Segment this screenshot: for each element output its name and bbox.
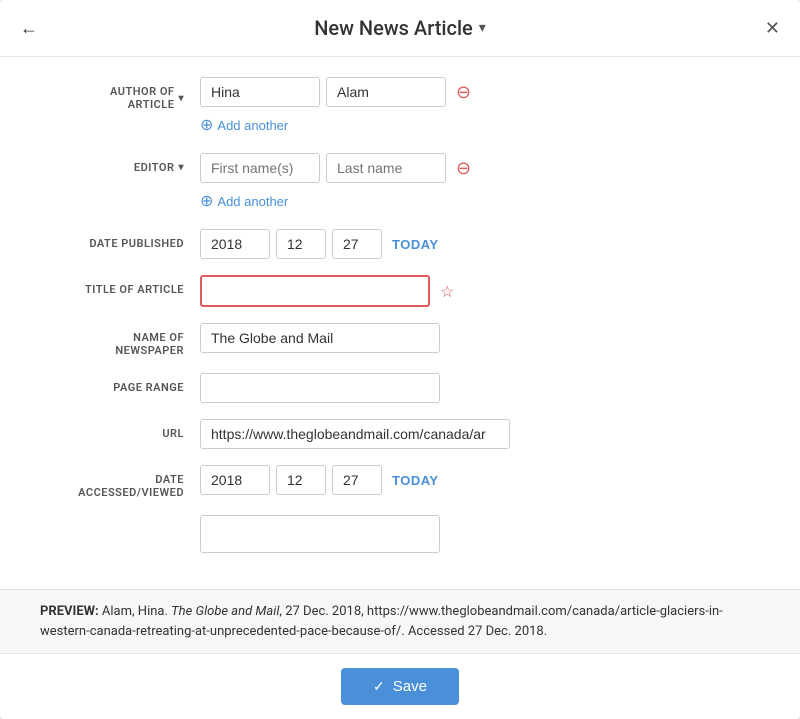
date-accessed-month-input[interactable] — [276, 465, 326, 495]
remove-editor-button[interactable]: ⊖ — [452, 158, 475, 179]
author-last-name-input[interactable] — [326, 77, 446, 107]
extra-controls — [200, 515, 760, 553]
extra-label — [40, 515, 200, 523]
modal-title: New News Article ▾ — [314, 16, 486, 40]
check-icon: ✓ — [373, 678, 385, 695]
preview-text-normal-1: Alam, Hina. — [102, 604, 171, 619]
back-button[interactable]: ← — [16, 14, 42, 43]
preview-label: PREVIEW: — [40, 604, 99, 619]
add-editor-icon: ⊕ — [200, 191, 213, 211]
title-of-article-input[interactable] — [200, 275, 430, 307]
newspaper-controls — [200, 323, 760, 353]
title-dropdown-arrow[interactable]: ▾ — [479, 20, 486, 36]
url-row: URL — [40, 419, 760, 449]
newspaper-row: NAME OF NEWSPAPER — [40, 323, 760, 357]
date-published-day-input[interactable] — [332, 229, 382, 259]
new-news-article-modal: ← New News Article ▾ ✕ AUTHOR OF ARTICLE… — [0, 0, 800, 719]
editor-dropdown-arrow[interactable]: ▾ — [178, 162, 184, 173]
author-label: AUTHOR OF ARTICLE ▾ — [40, 77, 200, 111]
url-controls — [200, 419, 760, 449]
date-accessed-controls: TODAY — [200, 465, 760, 495]
extra-input[interactable] — [200, 515, 440, 553]
modal-header: ← New News Article ▾ ✕ — [0, 0, 800, 57]
preview-text-italic: The Globe and Mail — [171, 604, 279, 619]
date-accessed-year-input[interactable] — [200, 465, 270, 495]
page-range-controls — [200, 373, 760, 403]
author-controls: ⊖ ⊕ Add another — [200, 77, 760, 137]
page-range-row: PAGE RANGE — [40, 373, 760, 403]
date-accessed-day-input[interactable] — [332, 465, 382, 495]
today-accessed-button[interactable]: TODAY — [388, 473, 443, 488]
modal-footer: ✓ Save — [0, 653, 800, 719]
author-row: AUTHOR OF ARTICLE ▾ ⊖ ⊕ Add another — [40, 77, 760, 137]
date-published-row: DATE PUBLISHED TODAY — [40, 229, 760, 259]
title-input-row: ☆ — [200, 275, 760, 307]
editor-row: EDITOR ▾ ⊖ ⊕ Add another — [40, 153, 760, 213]
add-author-icon: ⊕ — [200, 115, 213, 135]
date-accessed-row: DATE ACCESSED/VIEWED TODAY — [40, 465, 760, 499]
page-range-label: PAGE RANGE — [40, 373, 200, 394]
save-label: Save — [393, 678, 427, 695]
newspaper-input[interactable] — [200, 323, 440, 353]
newspaper-label: NAME OF NEWSPAPER — [40, 323, 200, 357]
modal-body: AUTHOR OF ARTICLE ▾ ⊖ ⊕ Add another — [0, 57, 800, 589]
remove-editor-icon: ⊖ — [456, 158, 471, 179]
date-accessed-input-row: TODAY — [200, 465, 760, 495]
url-label: URL — [40, 419, 200, 440]
modal-title-text: New News Article — [314, 16, 473, 40]
url-input[interactable] — [200, 419, 510, 449]
remove-author-icon: ⊖ — [456, 82, 471, 103]
extra-row — [40, 515, 760, 553]
editor-label: EDITOR ▾ — [40, 153, 200, 174]
author-dropdown-arrow[interactable]: ▾ — [178, 93, 184, 104]
date-published-controls: TODAY — [200, 229, 760, 259]
date-published-year-input[interactable] — [200, 229, 270, 259]
add-another-editor-button[interactable]: ⊕ Add another — [200, 189, 760, 213]
author-first-name-input[interactable] — [200, 77, 320, 107]
add-another-author-button[interactable]: ⊕ Add another — [200, 113, 760, 137]
date-published-label: DATE PUBLISHED — [40, 229, 200, 250]
date-published-input-row: TODAY — [200, 229, 760, 259]
editor-controls: ⊖ ⊕ Add another — [200, 153, 760, 213]
title-of-article-label: TITLE OF ARTICLE — [40, 275, 200, 296]
editor-input-row: ⊖ — [200, 153, 760, 183]
date-published-month-input[interactable] — [276, 229, 326, 259]
today-published-button[interactable]: TODAY — [388, 237, 443, 252]
star-icon: ☆ — [436, 282, 458, 301]
title-of-article-controls: ☆ — [200, 275, 760, 307]
page-range-input[interactable] — [200, 373, 440, 403]
remove-author-button[interactable]: ⊖ — [452, 82, 475, 103]
close-button[interactable]: ✕ — [761, 14, 784, 43]
author-input-row: ⊖ — [200, 77, 760, 107]
save-button[interactable]: ✓ Save — [341, 668, 459, 705]
date-accessed-label: DATE ACCESSED/VIEWED — [40, 465, 200, 499]
title-of-article-row: TITLE OF ARTICLE ☆ — [40, 275, 760, 307]
editor-last-name-input[interactable] — [326, 153, 446, 183]
preview-bar: PREVIEW: Alam, Hina. The Globe and Mail,… — [0, 589, 800, 653]
editor-first-name-input[interactable] — [200, 153, 320, 183]
